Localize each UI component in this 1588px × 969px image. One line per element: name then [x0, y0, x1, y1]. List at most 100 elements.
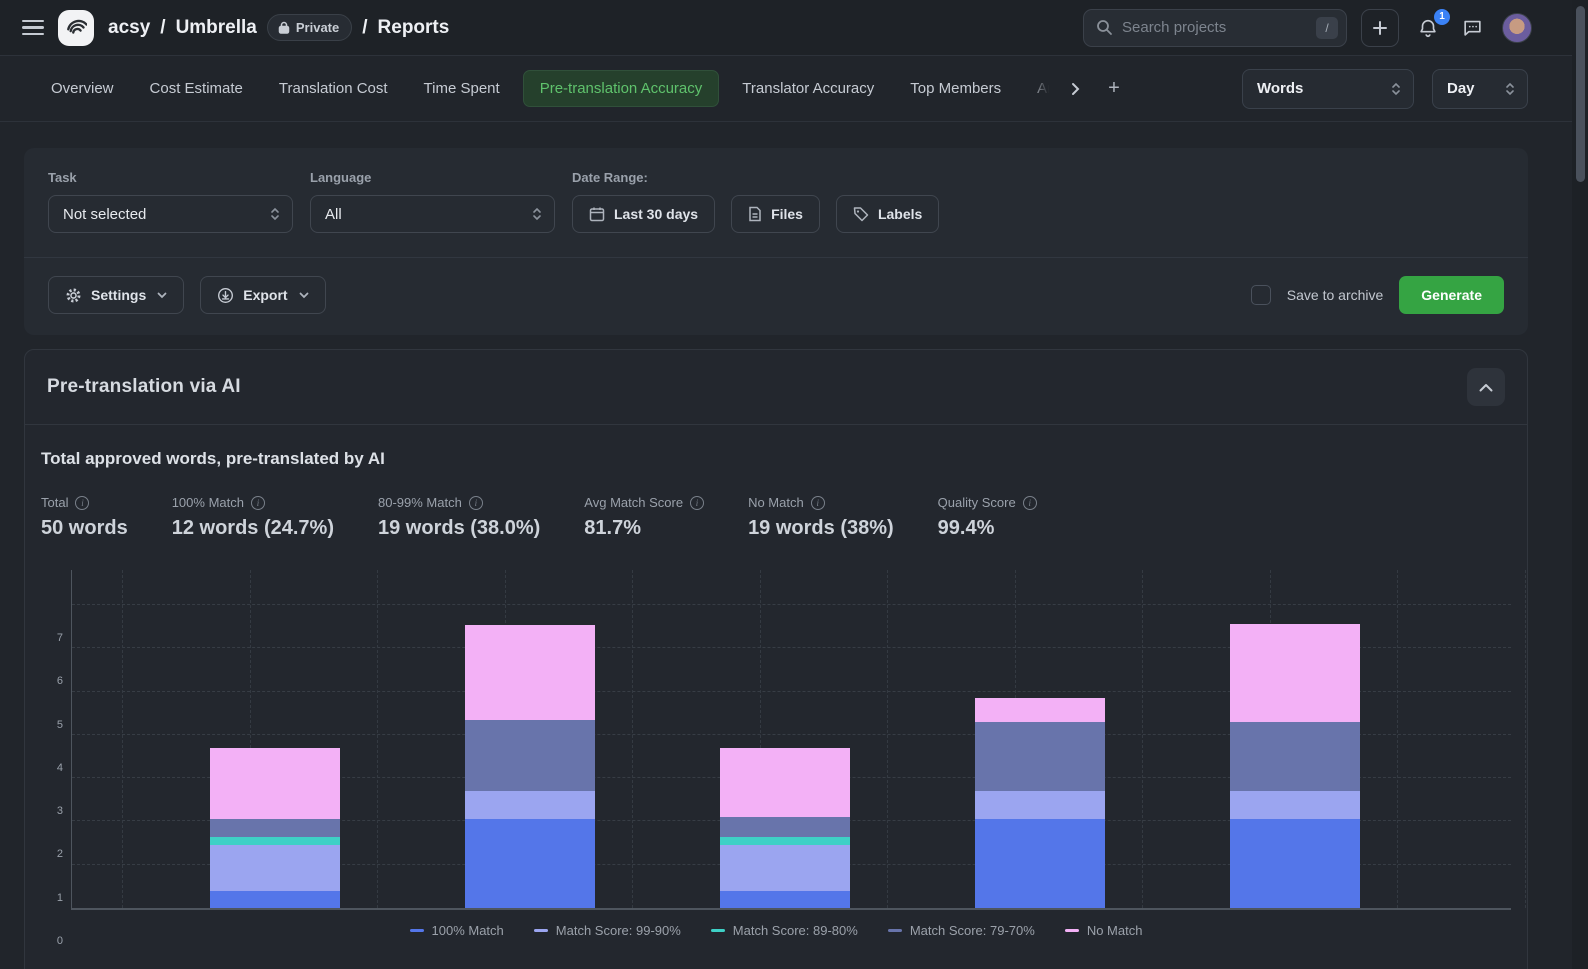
task-select[interactable]: Not selected: [48, 195, 293, 233]
legend-color-dash: [534, 929, 548, 932]
legend-item[interactable]: Match Score: 89-80%: [711, 919, 858, 941]
generate-button[interactable]: Generate: [1399, 276, 1504, 314]
bar-segment-100-match[interactable]: [465, 819, 595, 908]
bar-segment-match-score-99-90-[interactable]: [975, 791, 1105, 819]
stat-value: 19 words (38.0%): [378, 517, 540, 540]
bar-segment-match-score-99-90-[interactable]: [1230, 791, 1360, 819]
info-icon[interactable]: i: [1023, 496, 1037, 510]
bar-segment-100-match[interactable]: [720, 891, 850, 908]
export-button[interactable]: Export: [200, 276, 325, 314]
bar-segment-match-score-99-90-[interactable]: [210, 845, 340, 890]
bar-segment-match-score-99-90-[interactable]: [465, 791, 595, 819]
y-axis: 01234567: [41, 570, 67, 941]
tab-archives-truncated[interactable]: Ar: [1024, 70, 1052, 107]
breadcrumb-org[interactable]: acsy: [108, 17, 150, 39]
legend-label: Match Score: 99-90%: [556, 923, 681, 938]
bar-segment-no-match[interactable]: [720, 748, 850, 817]
tab-top-members[interactable]: Top Members: [897, 70, 1014, 107]
chart-panel: Pre-translation via AI Total approved wo…: [24, 349, 1528, 969]
y-tick-label: 7: [57, 632, 63, 644]
date-range-label: Date Range:: [572, 170, 939, 185]
bar-segment-match-score-89-80-[interactable]: [720, 837, 850, 846]
updown-icon: [1505, 82, 1515, 96]
search-icon: [1096, 19, 1113, 36]
language-select[interactable]: All: [310, 195, 555, 233]
tab-cost-estimate[interactable]: Cost Estimate: [137, 70, 256, 107]
labels-filter-button[interactable]: Labels: [836, 195, 939, 233]
settings-button[interactable]: Settings: [48, 276, 184, 314]
bar-segment-no-match[interactable]: [465, 625, 595, 720]
legend-color-dash: [711, 929, 725, 932]
info-icon[interactable]: i: [251, 496, 265, 510]
bar-segment-match-score-79-70-[interactable]: [975, 722, 1105, 791]
file-icon: [748, 206, 762, 222]
report-unit-select[interactable]: Words: [1242, 69, 1414, 109]
collapse-panel-button[interactable]: [1467, 368, 1505, 406]
legend-item[interactable]: Match Score: 99-90%: [534, 919, 681, 941]
tabs-scroll-right-button[interactable]: [1062, 76, 1088, 102]
avatar[interactable]: [1502, 13, 1532, 43]
bar-segment-100-match[interactable]: [210, 891, 340, 908]
y-tick-label: 1: [57, 892, 63, 904]
report-granularity-select[interactable]: Day: [1432, 69, 1528, 109]
create-project-button[interactable]: [1361, 9, 1399, 47]
search-input[interactable]: Search projects /: [1083, 9, 1347, 47]
messages-button[interactable]: [1457, 13, 1488, 43]
plus-icon: [1372, 20, 1388, 36]
stacked-bar[interactable]: [1230, 624, 1360, 908]
stat-quality-score: Quality Scorei 99.4%: [938, 495, 1037, 540]
bar-segment-100-match[interactable]: [975, 819, 1105, 908]
y-tick-label: 6: [57, 675, 63, 687]
bar-segment-no-match[interactable]: [1230, 624, 1360, 721]
info-icon[interactable]: i: [690, 496, 704, 510]
updown-icon: [1391, 82, 1401, 96]
breadcrumb-project[interactable]: Umbrella: [176, 17, 257, 39]
legend-item[interactable]: 100% Match: [410, 919, 504, 941]
tab-pre-translation-accuracy[interactable]: Pre-translation Accuracy: [523, 70, 720, 107]
bar-segment-100-match[interactable]: [1230, 819, 1360, 908]
stacked-bar[interactable]: [720, 748, 850, 908]
info-icon[interactable]: i: [811, 496, 825, 510]
bar-segment-no-match[interactable]: [210, 748, 340, 819]
date-range-button[interactable]: Last 30 days: [572, 195, 715, 233]
search-shortcut-kbd: /: [1316, 17, 1338, 39]
tab-time-spent[interactable]: Time Spent: [411, 70, 513, 107]
stacked-bar[interactable]: [210, 748, 340, 908]
stacked-bar[interactable]: [975, 698, 1105, 908]
stacked-bar[interactable]: [465, 624, 595, 908]
y-tick-label: 2: [57, 848, 63, 860]
chevron-up-icon: [1479, 383, 1493, 392]
legend-item[interactable]: Match Score: 79-70%: [888, 919, 1035, 941]
files-filter-button[interactable]: Files: [731, 195, 820, 233]
bar-segment-match-score-79-70-[interactable]: [465, 720, 595, 791]
y-tick-label: 4: [57, 762, 63, 774]
chart-section-title: Total approved words, pre-translated by …: [41, 449, 1511, 469]
stat-value: 81.7%: [584, 517, 704, 540]
scrollbar-thumb[interactable]: [1576, 6, 1585, 182]
gridline: [377, 570, 378, 908]
chart-legend: 100% Match Match Score: 99-90% Match Score…: [41, 919, 1511, 941]
menu-icon[interactable]: [22, 20, 44, 36]
bar-segment-match-score-99-90-[interactable]: [720, 845, 850, 890]
legend-item[interactable]: No Match: [1065, 919, 1143, 941]
bar-segment-match-score-79-70-[interactable]: [210, 819, 340, 836]
app-logo[interactable]: [58, 10, 94, 46]
gridline: [72, 604, 1511, 605]
info-icon[interactable]: i: [75, 496, 89, 510]
lock-icon: [278, 21, 290, 34]
notifications-button[interactable]: 1: [1413, 13, 1443, 43]
tab-translation-cost[interactable]: Translation Cost: [266, 70, 401, 107]
stacked-bar-chart: 01234567 100% MatchMatch Score: 99-90%Ma…: [41, 570, 1511, 941]
add-report-tab-button[interactable]: +: [1098, 71, 1130, 106]
save-to-archive-checkbox[interactable]: [1251, 285, 1271, 305]
bar-segment-match-score-79-70-[interactable]: [720, 817, 850, 836]
bar-segment-match-score-89-80-[interactable]: [210, 837, 340, 846]
bar-segment-match-score-79-70-[interactable]: [1230, 722, 1360, 791]
updown-icon: [532, 207, 542, 221]
tab-translator-accuracy[interactable]: Translator Accuracy: [729, 70, 887, 107]
legend-label: No Match: [1087, 923, 1143, 938]
page-scrollbar[interactable]: [1572, 0, 1588, 969]
info-icon[interactable]: i: [469, 496, 483, 510]
tab-overview[interactable]: Overview: [38, 70, 127, 107]
bar-segment-no-match[interactable]: [975, 698, 1105, 722]
